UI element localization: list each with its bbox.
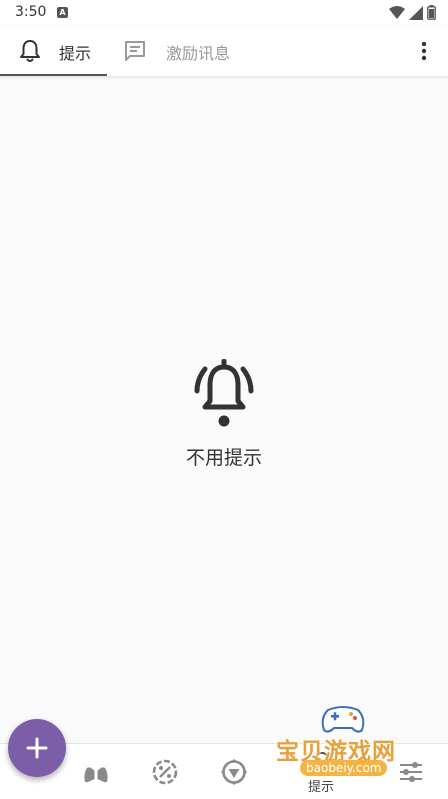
wifi-icon [389,5,405,19]
tab-alerts[interactable]: 提示 [0,26,107,76]
more-vertical-icon [421,41,427,61]
tab-bar: 提示 激励讯息 [0,26,448,76]
empty-state: 不用提示 [0,355,448,470]
add-button[interactable] [8,719,66,777]
tab-messages[interactable]: 激励讯息 [110,26,250,76]
watermark-url: baobeiy.com [300,760,388,776]
tab-alerts-label: 提示 [59,44,92,63]
tab-messages-label: 激励讯息 [166,44,231,63]
lungs-icon [84,762,108,783]
bell-icon [20,40,40,62]
tab-indicator [0,74,107,76]
nav-item-discount[interactable] [151,758,179,786]
nav-item-lungs[interactable] [82,758,110,786]
empty-state-text: 不用提示 [185,447,262,469]
status-time: 3:50 [15,4,47,20]
plus-icon [26,737,48,759]
percent-badge-icon [152,759,178,785]
more-options-button[interactable] [412,38,436,64]
notification-icon: A [57,7,68,18]
message-icon [125,41,145,61]
status-icons [389,5,436,20]
battery-icon [427,5,436,20]
watermark: 宝贝游戏网 baobeiy.com [270,700,430,792]
bell-ringing-icon [194,359,254,427]
compass-icon [221,759,247,785]
signal-icon [409,5,423,20]
gamepad-icon [321,706,365,733]
status-bar: 3:50 A [0,0,448,26]
nav-item-compass[interactable] [220,758,248,786]
